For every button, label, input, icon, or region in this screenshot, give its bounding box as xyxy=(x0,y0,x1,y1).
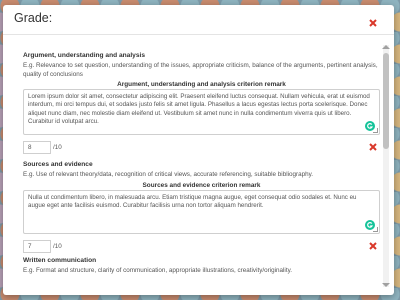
criterion-sources: Sources and evidence E.g. Use of relevan… xyxy=(23,160,380,254)
criterion-title: Sources and evidence xyxy=(23,161,93,168)
criterion-written: Written communication E.g. Format and st… xyxy=(23,256,380,276)
dialog-header: Grade: xyxy=(3,5,394,35)
dialog-title: Grade: xyxy=(14,11,53,25)
criterion-argument: Argument, understanding and analysis E.g… xyxy=(23,51,380,155)
criterion-title: Argument, understanding and analysis xyxy=(23,52,146,59)
remark-label: Argument, understanding and analysis cri… xyxy=(117,81,286,88)
remark-textarea[interactable]: Lorem ipsum dolor sit amet, consectetur … xyxy=(23,89,380,135)
remark-text: Nulla ut condimentum libero, in malesuad… xyxy=(28,193,357,209)
score-input[interactable]: 7 xyxy=(23,239,51,253)
remark-textarea[interactable]: Nulla ut condimentum libero, in malesuad… xyxy=(23,189,380,234)
score-row: 8 /10 xyxy=(23,141,380,155)
score-max: /10 xyxy=(53,242,62,250)
remark-label: Sources and evidence criterion remark xyxy=(142,181,261,189)
close-icon[interactable] xyxy=(369,19,377,27)
score-max: /10 xyxy=(53,144,62,151)
criterion-description: E.g. Format and structure, clarity of co… xyxy=(23,267,293,274)
remove-icon[interactable] xyxy=(369,143,377,151)
scroll-thumb[interactable] xyxy=(383,53,389,149)
resize-grip[interactable] xyxy=(373,226,378,232)
criterion-title: Written communication xyxy=(23,257,97,264)
remove-icon[interactable] xyxy=(369,241,377,250)
grade-dialog: Grade: Argument, understanding and analy… xyxy=(3,5,394,295)
scroll-up-arrow[interactable] xyxy=(382,45,390,49)
criterion-description: E.g. Relevance to set question, understa… xyxy=(23,62,378,78)
dialog-body: Argument, understanding and analysis E.g… xyxy=(3,36,380,295)
criterion-description: E.g. Use of relevant theory/data, recogn… xyxy=(23,171,314,178)
scroll-down-arrow[interactable] xyxy=(382,283,390,287)
score-row: 7 /10 xyxy=(23,239,380,254)
remark-text: Lorem ipsum dolor sit amet, consectetur … xyxy=(28,93,370,126)
scrollbar[interactable] xyxy=(382,45,390,287)
resize-grip[interactable] xyxy=(373,128,378,133)
score-input[interactable]: 8 xyxy=(23,141,51,154)
